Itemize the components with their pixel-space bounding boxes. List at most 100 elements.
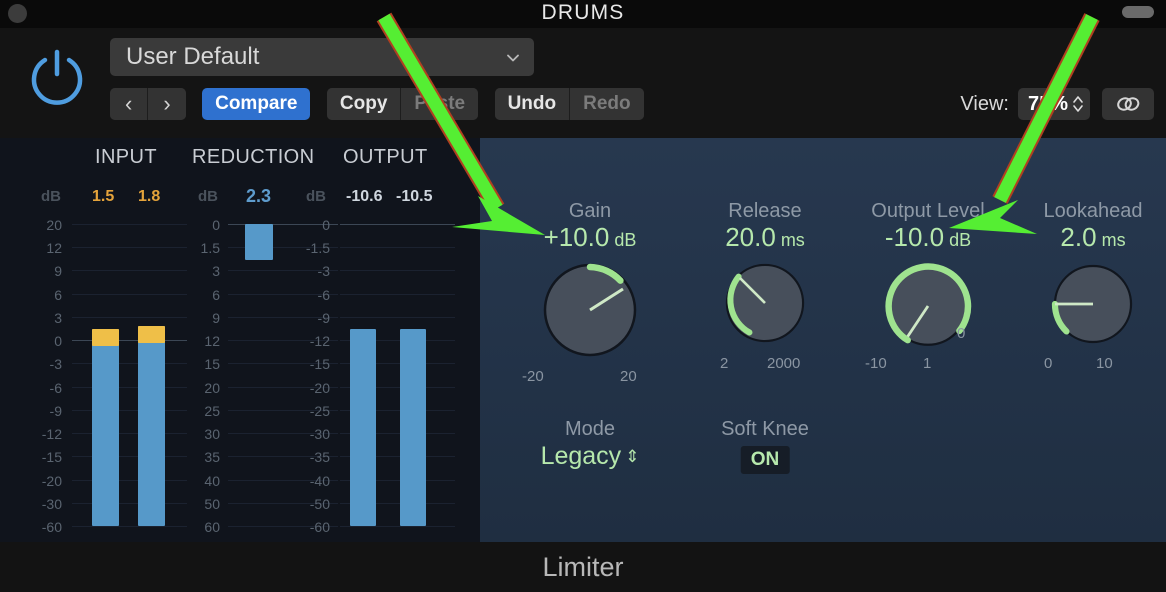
scale-tick: 12 — [46, 240, 62, 257]
scale-tick: -3 — [317, 263, 330, 280]
knob-release-value: 20.0 ms — [725, 222, 805, 252]
power-icon[interactable] — [26, 44, 88, 106]
gridline — [72, 433, 187, 435]
scale-tick: -20 — [309, 379, 330, 396]
input-db-tag: dB — [41, 188, 61, 205]
output-db-tag: dB — [306, 188, 326, 205]
compare-button[interactable]: Compare — [202, 88, 311, 120]
knob-gain[interactable]: Gain +10.0 dB -20 20 — [500, 200, 680, 385]
scale-tick: 1.5 — [200, 240, 220, 257]
undo-button[interactable]: Undo — [494, 88, 571, 120]
mode-value[interactable]: Legacy ⇕ — [500, 442, 680, 471]
preset-selector[interactable]: User Default — [110, 38, 534, 76]
scale-tick: 0 — [322, 217, 330, 233]
plugin-body: INPUT dB 1.5 1.8 20 12 9 6 3 0 -3 -6 -9 -12 -15 -20… — [0, 138, 1166, 542]
plugin-window: DRUMS User Default ‹ › Compare Copy Past… — [0, 0, 1166, 592]
gridline — [72, 502, 187, 504]
knob-lookahead-label: Lookahead — [1043, 200, 1143, 222]
scale-tick: -30 — [41, 495, 62, 512]
knob-gain-max: 20 — [620, 368, 637, 385]
gridline — [72, 526, 187, 527]
output-meter-bar — [400, 328, 426, 526]
gridline — [340, 526, 455, 527]
scale-tick: 40 — [204, 472, 220, 489]
scale-tick: 3 — [212, 263, 220, 280]
knob-gain-dial[interactable] — [538, 258, 642, 367]
view-zoom-value: 75% — [1027, 92, 1068, 115]
scale-tick: -60 — [309, 519, 330, 535]
preset-toolbar: ‹ › Compare Copy Paste Undo Redo — [110, 88, 656, 120]
copy-paste-group: Copy Paste — [326, 88, 479, 120]
gridline — [72, 316, 187, 318]
scale-tick: 6 — [212, 286, 220, 303]
scale-tick: -25 — [309, 402, 330, 419]
scale-tick: 30 — [204, 426, 220, 443]
scale-tick: -6 — [317, 286, 330, 303]
scale-tick: 20 — [204, 379, 220, 396]
scale-tick: 60 — [204, 519, 220, 535]
undo-redo-group: Undo Redo — [494, 88, 644, 120]
reduction-meter-title: REDUCTION — [192, 146, 315, 168]
mode-control[interactable]: Mode Legacy ⇕ — [500, 418, 680, 488]
gridline — [72, 247, 187, 249]
scale-tick: -9 — [317, 309, 330, 326]
prev-preset-button[interactable]: ‹ — [110, 88, 149, 120]
input-meter-title: INPUT — [95, 146, 157, 168]
knob-output-level-dial[interactable] — [880, 258, 976, 359]
plugin-footer: Limiter — [0, 542, 1166, 592]
knob-lookahead[interactable]: Lookahead 2.0 ms 0 10 — [1000, 200, 1166, 380]
stepper-up-down-icon — [1073, 96, 1083, 112]
gridline — [72, 409, 187, 411]
window-pill-icon[interactable] — [1122, 6, 1154, 18]
next-preset-button[interactable]: › — [148, 88, 186, 120]
scale-tick: 3 — [54, 309, 62, 326]
scale-tick: 9 — [212, 309, 220, 326]
knob-release-dial[interactable] — [720, 258, 810, 353]
knob-output-level-value: -10.0 dB — [884, 222, 972, 252]
gridline — [72, 340, 187, 342]
knob-lookahead-min: 0 — [1044, 355, 1053, 372]
view-controls: View: 75% — [960, 88, 1154, 120]
scale-tick: -15 — [41, 449, 62, 466]
input-meter-peak — [138, 326, 165, 344]
scale-tick: 12 — [204, 333, 220, 350]
knob-output-level-label: Output Level — [871, 200, 985, 222]
output-readout-1: -10.6 — [346, 188, 383, 205]
knob-gain-value: +10.0 dB — [543, 222, 637, 252]
soft-knee-toggle[interactable]: ON — [740, 446, 790, 474]
preset-name: User Default — [126, 43, 260, 70]
scale-tick: -15 — [309, 356, 330, 373]
compare-group: Compare — [202, 88, 311, 120]
knob-output-level[interactable]: Output Level -10.0 dB 0 -10 1 — [835, 200, 1021, 380]
knob-output-level-min: -10 — [865, 355, 887, 372]
gridline — [340, 247, 455, 249]
input-meter-bar — [92, 328, 119, 526]
gridline — [340, 224, 455, 225]
input-meter-peak — [92, 328, 119, 346]
link-chain-icon[interactable] — [1102, 88, 1154, 120]
view-zoom-stepper[interactable]: 75% — [1017, 88, 1090, 120]
knob-release-label: Release — [728, 200, 802, 222]
output-meter-title: OUTPUT — [343, 146, 428, 168]
reduction-readout-1: 2.3 — [246, 186, 272, 206]
paste-button[interactable]: Paste — [401, 88, 479, 120]
scale-tick: -1.5 — [305, 240, 330, 257]
soft-knee-control[interactable]: Soft Knee ON — [675, 418, 855, 488]
gridline — [72, 479, 187, 481]
chevron-down-icon — [507, 54, 519, 62]
scale-tick: -30 — [309, 426, 330, 443]
knob-lookahead-dial[interactable] — [1047, 258, 1139, 355]
gridline — [340, 316, 455, 318]
scale-tick: 35 — [204, 449, 220, 466]
stepper-up-down-icon: ⇕ — [625, 447, 640, 466]
scale-tick: 0 — [212, 217, 220, 233]
gridline — [340, 293, 455, 295]
knob-release[interactable]: Release 20.0 ms 2 2000 — [675, 200, 855, 380]
gridline — [72, 224, 187, 225]
gridline — [72, 363, 187, 365]
redo-button[interactable]: Redo — [570, 88, 644, 120]
gridline — [72, 386, 187, 388]
input-readout-1: 1.5 — [92, 188, 115, 205]
copy-button[interactable]: Copy — [326, 88, 402, 120]
scale-tick: 25 — [204, 402, 220, 419]
